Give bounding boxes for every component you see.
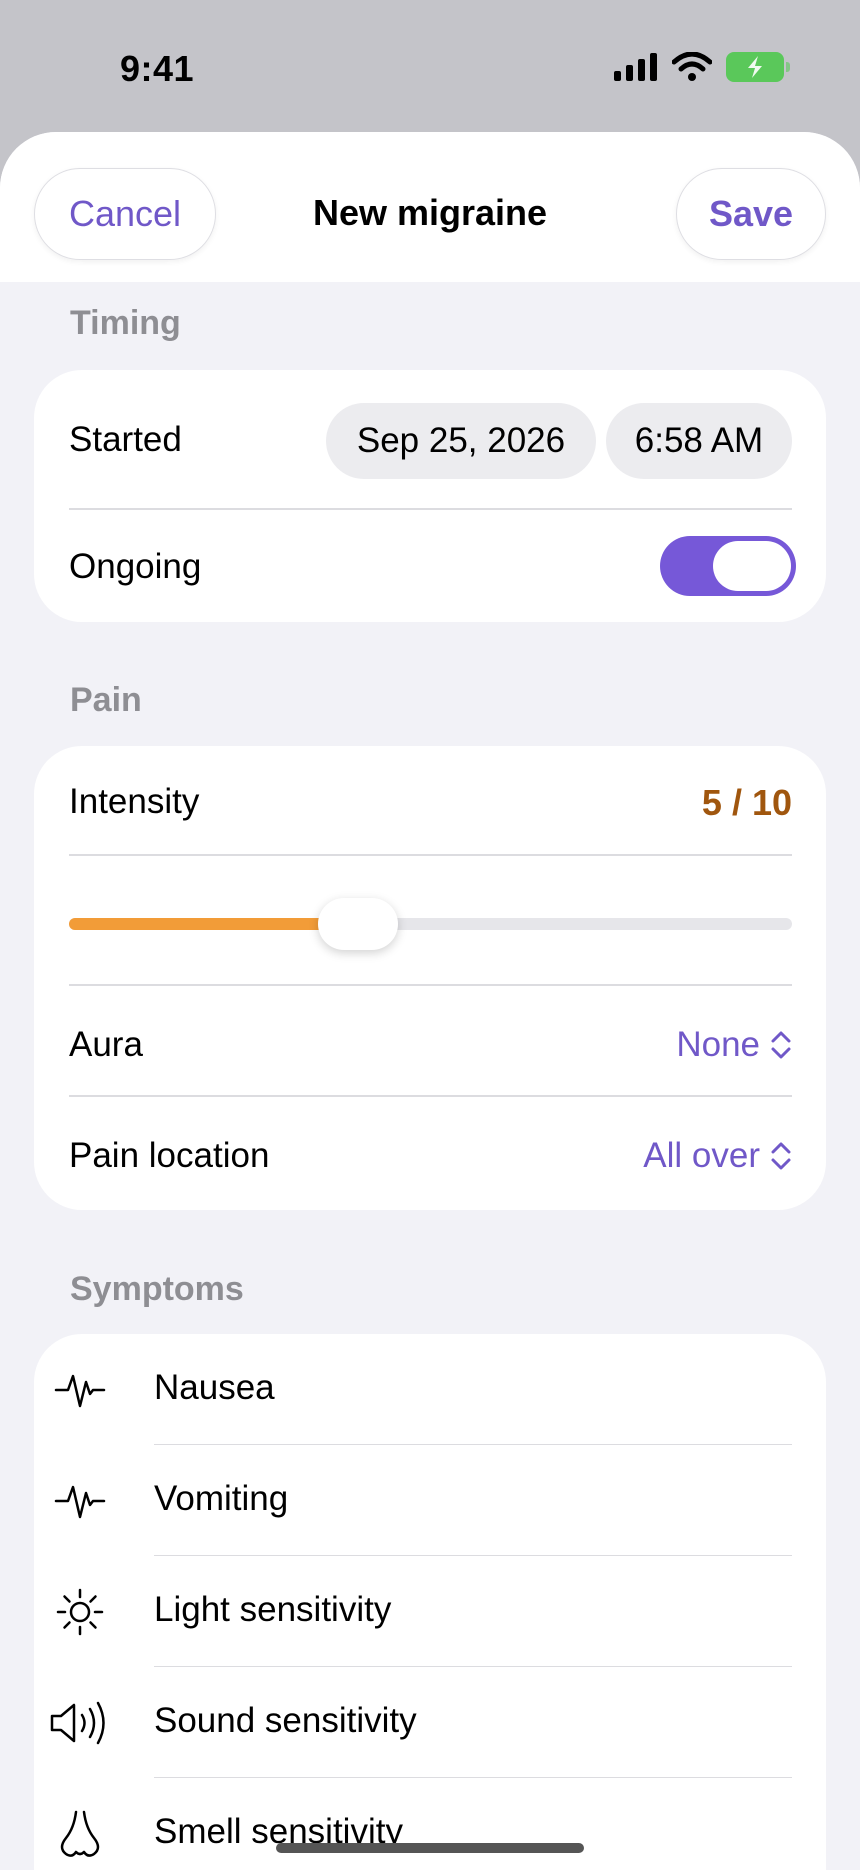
pain-card: Intensity 5 / 10 Aura None Pain location… [34,746,826,1210]
time-picker[interactable]: 6:58 AM [606,403,792,479]
symptom-row-nausea[interactable]: Nausea [34,1334,826,1445]
symptom-label: Sound sensitivity [154,1701,417,1740]
divider [69,854,792,856]
divider [69,984,792,986]
section-label-timing: Timing [70,304,181,342]
intensity-label: Intensity [69,782,200,821]
slider-thumb[interactable] [318,898,399,950]
wifi-icon [672,52,712,81]
symptom-row-smell-sensitivity[interactable]: Smell sensitivity [34,1778,826,1870]
pain-location-label: Pain location [69,1136,270,1175]
waveform-icon [54,1374,106,1408]
symptom-row-vomiting[interactable]: Vomiting [34,1445,826,1556]
divider [69,508,792,510]
aura-picker[interactable]: None [676,1025,792,1065]
aura-value: None [676,1025,760,1064]
aura-label: Aura [69,1025,143,1064]
started-label: Started [69,420,182,459]
status-time: 9:41 [120,48,195,89]
intensity-slider[interactable] [69,898,792,950]
waveform-icon [54,1485,106,1519]
timing-card: Started Sep 25, 2026 6:58 AM Ongoing [34,370,826,622]
ongoing-toggle[interactable] [660,536,796,596]
save-button[interactable]: Save [676,168,826,260]
symptom-label: Nausea [154,1368,275,1407]
chevron-up-down-icon [771,1142,791,1170]
new-migraine-sheet: Cancel New migraine Save Timing Started … [0,132,860,1870]
status-icons [614,52,790,82]
symptom-label: Vomiting [154,1479,289,1518]
status-bar: 9:41 [0,0,860,132]
symptom-label: Light sensitivity [154,1590,392,1629]
chevron-up-down-icon [771,1031,791,1059]
ongoing-label: Ongoing [69,547,202,586]
toggle-knob [713,541,791,591]
cellular-signal-icon [614,53,657,81]
symptom-row-light-sensitivity[interactable]: Light sensitivity [34,1556,826,1667]
speaker-icon [50,1701,105,1745]
date-picker[interactable]: Sep 25, 2026 [326,403,596,479]
divider [69,1095,792,1097]
pain-location-picker[interactable]: All over [643,1136,792,1176]
nose-icon [60,1810,100,1857]
home-indicator [276,1843,584,1853]
symptom-row-sound-sensitivity[interactable]: Sound sensitivity [34,1667,826,1778]
slider-fill [69,918,359,930]
navigation-bar: Cancel New migraine Save [0,132,860,282]
intensity-value: 5 / 10 [701,782,792,823]
pain-location-value: All over [643,1136,760,1175]
section-label-symptoms: Symptoms [70,1270,244,1308]
battery-icon [726,52,790,82]
sun-icon [56,1588,104,1636]
symptoms-card: Nausea Vomiting Light sensitivity Sound … [34,1334,826,1870]
section-label-pain: Pain [70,681,142,719]
